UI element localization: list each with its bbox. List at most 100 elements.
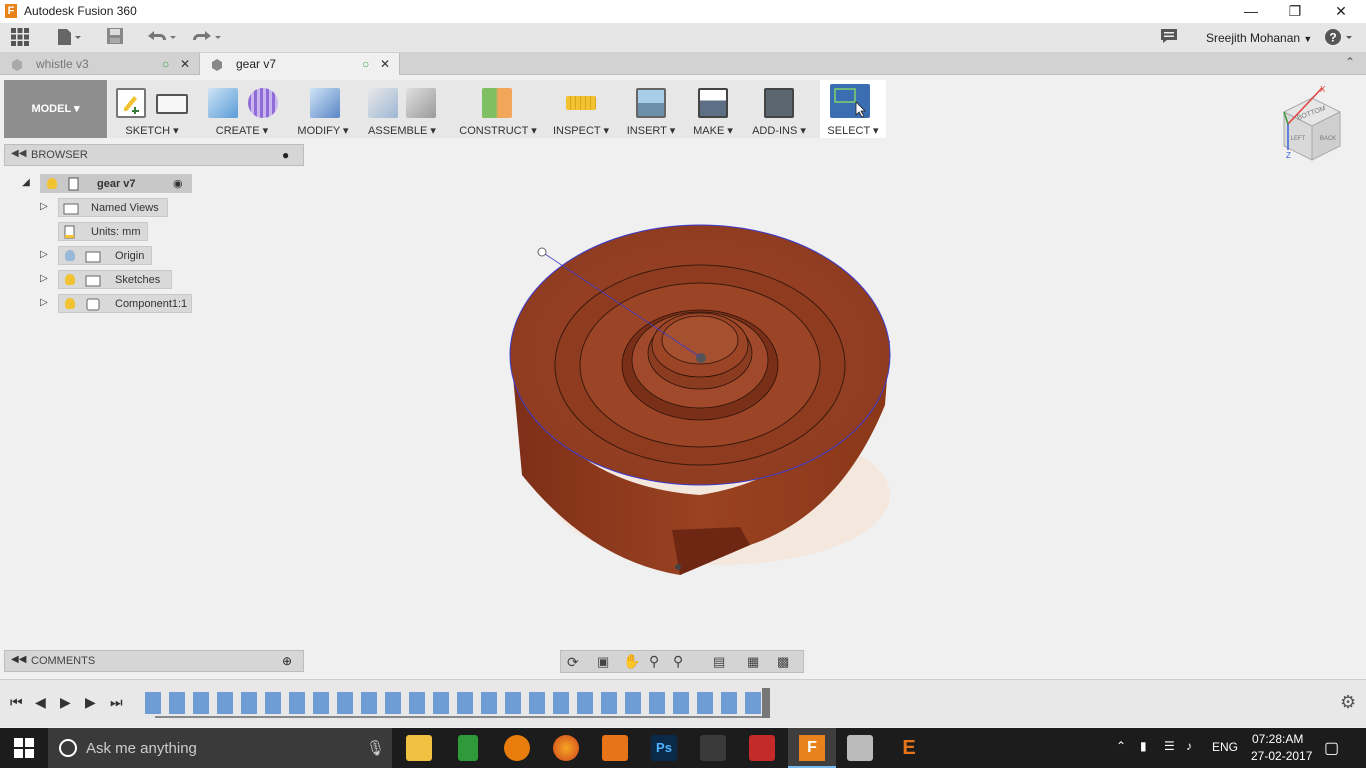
orbit-icon[interactable]: ⟳ — [567, 654, 579, 671]
step-back-icon[interactable]: ◀ — [35, 694, 46, 711]
step-forward-icon[interactable]: ▶ — [60, 694, 71, 711]
viewcube-face-back[interactable]: BACK — [1320, 136, 1336, 142]
firefox-icon[interactable] — [553, 735, 579, 761]
viewcube[interactable]: BOTTOM BACK LEFT X Z — [1276, 84, 1348, 166]
collapsed-triangle-icon[interactable]: ▷ — [38, 201, 50, 212]
windows-start-icon[interactable] — [14, 738, 34, 761]
browser-item-sketches[interactable]: Sketches — [58, 270, 172, 289]
display-settings-icon[interactable]: ▤ — [713, 654, 725, 670]
workspace-switcher[interactable]: MODEL ▾ — [4, 80, 107, 138]
settings-gear-icon[interactable]: ⚙ — [1340, 692, 1356, 713]
browser-item-units[interactable]: Units: mm — [58, 222, 148, 241]
make-group[interactable]: MAKE ▾ — [686, 80, 740, 138]
group-label: INSERT — [626, 125, 667, 137]
go-to-start-icon[interactable]: ⏮ — [10, 694, 23, 711]
collapse-panel-icon[interactable]: ◀◀ — [11, 654, 26, 665]
photoshop-icon[interactable]: Ps — [651, 735, 677, 761]
visibility-bulb-icon[interactable] — [47, 178, 57, 189]
fusion-taskbar-button[interactable]: F — [788, 728, 836, 768]
browser-item-component[interactable]: Component1:1 — [58, 294, 192, 313]
visibility-bulb-icon[interactable] — [65, 274, 75, 285]
inspect-group[interactable]: INSPECT ▾ — [550, 80, 612, 138]
pdf-icon[interactable] — [602, 735, 628, 761]
collapsed-triangle-icon[interactable]: ▷ — [38, 249, 50, 260]
assemble-group[interactable]: ASSEMBLE ▾ — [360, 80, 444, 138]
group-label: ADD-INS — [752, 125, 798, 137]
notifications-chat-icon[interactable] — [1160, 27, 1180, 49]
insert-group[interactable]: INSERT ▾ — [620, 80, 682, 138]
collapse-toolbar-icon[interactable]: ⌃ — [1345, 55, 1355, 69]
group-label: MODIFY — [297, 125, 340, 137]
help-icon[interactable]: ? — [1324, 27, 1356, 49]
create-group[interactable]: CREATE ▾ — [198, 80, 286, 138]
language-indicator[interactable]: ENG — [1212, 740, 1238, 754]
volume-icon[interactable]: ♪ — [1186, 739, 1192, 753]
tab-whistle-v3[interactable]: whistle v3 ○ ✕ — [0, 53, 200, 75]
collapsed-triangle-icon[interactable]: ▷ — [38, 297, 50, 308]
clock-time[interactable]: 07:28:AM — [1252, 732, 1303, 746]
viewports-icon[interactable]: ▩ — [777, 654, 789, 670]
browser-item-named-views[interactable]: Named Views — [58, 198, 168, 217]
offset-plane-icon — [482, 88, 512, 118]
sketch-group[interactable]: SKETCH ▾ — [108, 80, 196, 138]
fit-zoom-icon[interactable]: ⚲ — [673, 653, 683, 670]
visibility-bulb-icon[interactable] — [65, 250, 75, 261]
user-menu[interactable]: Sreejith Mohanan ▼ — [1206, 31, 1312, 45]
app-icon[interactable] — [700, 735, 726, 761]
blender-icon[interactable] — [504, 735, 530, 761]
root-node[interactable]: gear v7 ◉ — [40, 174, 192, 193]
minimize-button[interactable]: — — [1228, 0, 1274, 23]
collapsed-triangle-icon[interactable]: ▷ — [38, 273, 50, 284]
grid-icon[interactable]: ▦ — [747, 654, 759, 670]
activate-radio-icon[interactable]: ◉ — [173, 175, 183, 194]
green-app-icon[interactable] — [458, 735, 478, 761]
close-window-button[interactable]: ✕ — [1318, 0, 1364, 23]
redo-icon[interactable] — [190, 27, 224, 49]
tray-chevron-icon[interactable]: ⌃ — [1116, 739, 1126, 753]
zoom-icon[interactable]: ⚲ — [649, 653, 659, 670]
windows-taskbar: Ask me anything 🎙 Ps F E ⌃ ▮ ☰ ♪ ENG 07:… — [0, 728, 1366, 768]
data-panel-grid-icon[interactable] — [10, 27, 32, 49]
clock-date[interactable]: 27-02-2017 — [1251, 749, 1312, 763]
construct-group[interactable]: CONSTRUCT ▾ — [456, 80, 540, 138]
browser-panel-header[interactable]: ◀◀ BROWSER ● — [4, 144, 304, 166]
pan-hand-icon[interactable]: ✋ — [623, 653, 640, 670]
close-tab-icon[interactable]: ✕ — [180, 53, 190, 75]
viewcube-face-left[interactable]: LEFT — [1291, 136, 1306, 142]
wifi-icon[interactable]: ☰ — [1164, 739, 1175, 753]
save-icon[interactable] — [106, 27, 126, 49]
tab-gear-v7[interactable]: gear v7 ○ ✕ — [200, 53, 400, 75]
microphone-icon[interactable]: 🎙 — [366, 739, 385, 757]
add-ins-group[interactable]: ADD-INS ▾ — [744, 80, 814, 138]
app-icon-e[interactable]: E — [896, 735, 922, 761]
collapse-panel-icon[interactable]: ◀◀ — [11, 148, 26, 159]
file-menu-icon[interactable] — [55, 27, 85, 49]
expanded-triangle-icon[interactable]: ◢ — [20, 177, 32, 188]
close-tab-icon[interactable]: ✕ — [380, 53, 390, 75]
window-title: Autodesk Fusion 360 — [24, 4, 137, 18]
visibility-bulb-icon[interactable] — [65, 298, 75, 309]
browser-item-origin[interactable]: Origin — [58, 246, 152, 265]
timeline-features[interactable] — [145, 692, 765, 714]
fusion-app-icon: F — [5, 4, 17, 18]
battery-icon[interactable]: ▮ — [1140, 739, 1147, 753]
gear-model-viewport[interactable] — [500, 215, 910, 590]
go-to-end-icon[interactable]: ⏭ — [110, 694, 123, 711]
taskbar-search[interactable]: Ask me anything 🎙 — [48, 728, 392, 768]
app-icon-grey[interactable] — [847, 735, 873, 761]
select-group[interactable]: SELECT ▾ — [820, 80, 886, 138]
play-icon[interactable]: ▶ — [85, 694, 96, 711]
group-label: MAKE — [693, 125, 725, 137]
look-at-icon[interactable]: ▣ — [597, 654, 609, 670]
minus-circle-icon[interactable]: ● — [282, 148, 289, 162]
tab-label: whistle v3 — [36, 57, 89, 71]
modify-group[interactable]: MODIFY ▾ — [290, 80, 356, 138]
add-comment-icon[interactable]: ⊕ — [282, 654, 292, 668]
comments-panel-header[interactable]: ◀◀ COMMENTS ⊕ — [4, 650, 304, 672]
undo-icon[interactable] — [145, 27, 179, 49]
action-center-icon[interactable]: ▢ — [1324, 738, 1339, 758]
app-icon-red[interactable] — [749, 735, 775, 761]
restore-button[interactable]: ❐ — [1272, 0, 1318, 23]
file-explorer-icon[interactable] — [406, 735, 432, 761]
timeline-marker[interactable] — [762, 688, 770, 718]
